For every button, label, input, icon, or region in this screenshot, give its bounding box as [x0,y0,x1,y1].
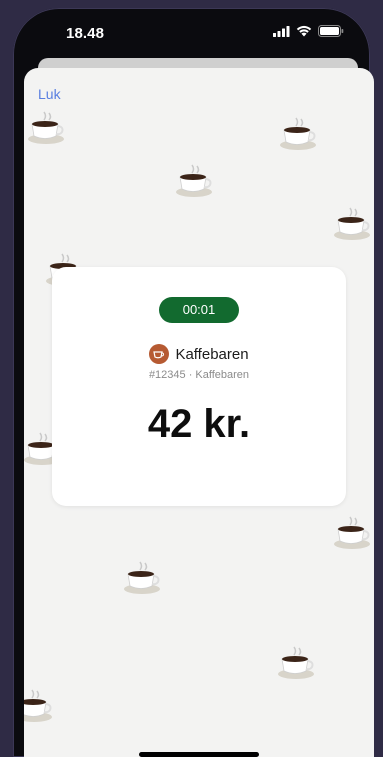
coffee-cup-icon [334,207,370,240]
coffee-cup-icon [278,646,314,679]
order-info: #12345 · Kaffebaren [148,369,250,381]
status-bar: 18.48 [24,8,358,58]
coffee-cup-icon [153,351,165,359]
order-amount: 42 kr. [147,402,251,446]
merchant-avatar [149,344,170,364]
status-time: 18.48 [66,25,105,42]
coffee-cup-icon [334,516,370,549]
close-button[interactable]: Luk [38,86,61,102]
home-indicator[interactable] [139,752,259,757]
merchant-row: Kaffebaren [52,344,346,364]
battery-icon [318,25,344,37]
coffee-cup-icon [24,689,52,722]
cellular-signal-icon [273,25,290,37]
modal-screen: Luk 00:01 Kaffebaren #12345 · Kaffebaren… [24,68,374,757]
coffee-cup-icon [124,561,160,594]
coffee-cup-icon [28,111,64,144]
page-backdrop: 18.48 Luk 00:01 Kaffebaren #12345 · Kaff… [0,0,383,757]
status-icons [273,25,344,37]
order-card: 00:01 Kaffebaren #12345 · Kaffebaren 42 … [52,267,346,506]
timer-badge: 00:01 [159,297,239,323]
coffee-cup-icon [176,164,212,197]
coffee-cup-icon [280,117,316,150]
merchant-name: Kaffebaren [175,345,249,363]
wifi-icon [296,25,312,37]
